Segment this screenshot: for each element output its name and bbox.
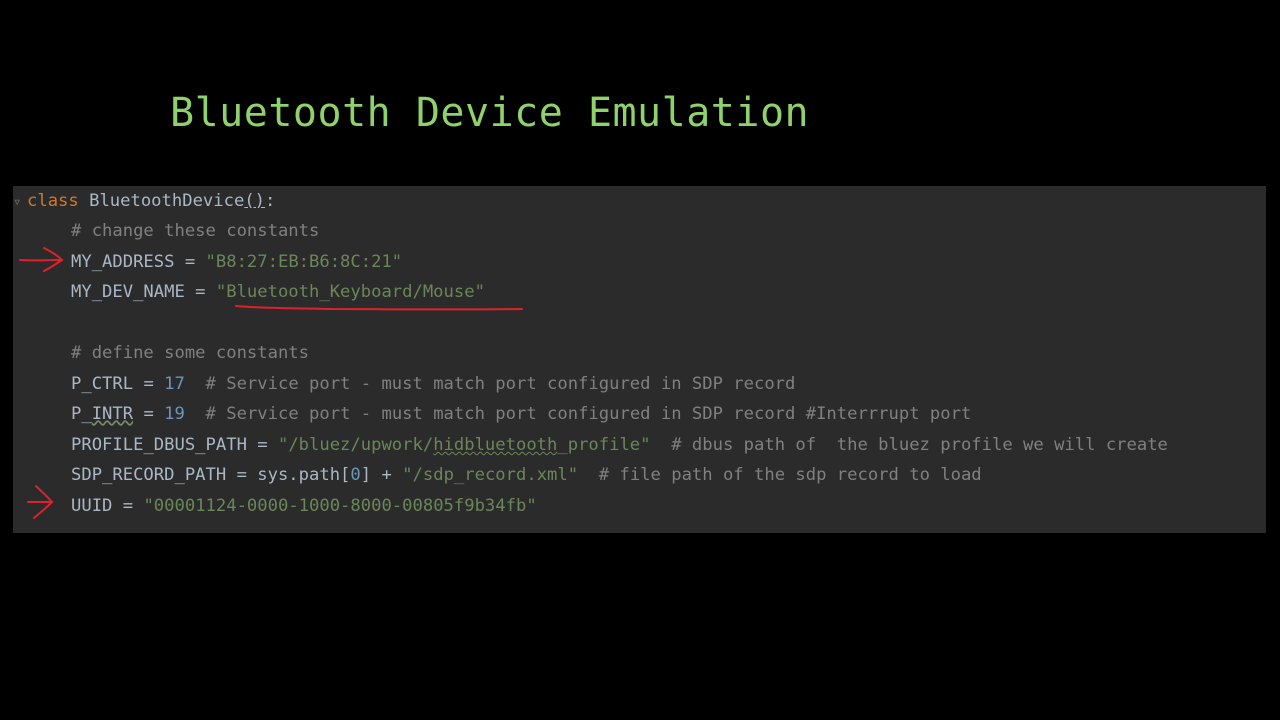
string-literal: "/bluez/upwork/ bbox=[277, 435, 434, 455]
identifier-typo: INTR bbox=[91, 404, 134, 424]
identifier: P_ bbox=[71, 404, 92, 424]
keyword: class bbox=[27, 191, 79, 211]
operator: = bbox=[246, 435, 278, 455]
operator: = bbox=[184, 282, 216, 302]
comment: # define some constants bbox=[71, 343, 309, 363]
comment: # Service port - must match port configu… bbox=[184, 374, 796, 394]
code-line-my-address: MY_ADDRESS = "B8:27:EB:B6:8C:21" bbox=[71, 247, 402, 277]
operator: = bbox=[112, 496, 144, 516]
code-editor: ▿ class BluetoothDevice(): # change thes… bbox=[13, 186, 1266, 533]
identifier: P_CTRL bbox=[71, 374, 134, 394]
identifier: MY_ADDRESS bbox=[71, 252, 175, 272]
code-line-p-ctrl: P_CTRL = 17 # Service port - must match … bbox=[71, 369, 795, 399]
string-literal: "/sdp_record.xml" bbox=[402, 465, 579, 485]
comment: # Service port - must match port configu… bbox=[184, 404, 972, 424]
comment: # file path of the sdp record to load bbox=[578, 465, 982, 485]
number-literal: 19 bbox=[164, 404, 185, 424]
class-name: BluetoothDevice bbox=[78, 191, 245, 211]
code-line-class: class BluetoothDevice(): bbox=[27, 186, 275, 216]
code-line-profile-dbus-path: PROFILE_DBUS_PATH = "/bluez/upwork/hidbl… bbox=[71, 430, 1168, 460]
string-literal-typo: hidbluetooth bbox=[433, 435, 558, 455]
code-line-my-dev-name: MY_DEV_NAME = "Bluetooth_Keyboard/Mouse" bbox=[71, 277, 485, 307]
parens: () bbox=[244, 191, 266, 211]
comment: # change these constants bbox=[71, 221, 320, 241]
operator: = bbox=[133, 374, 165, 394]
code-line-comment-change: # change these constants bbox=[71, 216, 319, 246]
operator: = bbox=[133, 404, 165, 424]
code-line-uuid: UUID = "00001124-0000-1000-8000-00805f9b… bbox=[71, 491, 537, 521]
string-literal: "B8:27:EB:B6:8C:21" bbox=[205, 252, 403, 272]
number-literal: 17 bbox=[164, 374, 185, 394]
identifier: MY_DEV_NAME bbox=[71, 282, 185, 302]
string-literal: "00001124-0000-1000-8000-00805f9b34fb" bbox=[143, 496, 537, 516]
identifier: SDP_RECORD_PATH bbox=[71, 465, 227, 485]
code-line-sdp-record-path: SDP_RECORD_PATH = sys.path[0] + "/sdp_re… bbox=[71, 460, 982, 490]
code-line-p-intr: P_INTR = 19 # Service port - must match … bbox=[71, 399, 971, 429]
slide-title: Bluetooth Device Emulation bbox=[170, 90, 810, 136]
operator: ] + bbox=[360, 465, 403, 485]
identifier: PROFILE_DBUS_PATH bbox=[71, 435, 247, 455]
string-literal: _profile" bbox=[557, 435, 651, 455]
identifier: UUID bbox=[71, 496, 113, 516]
comment: # dbus path of the bluez profile we will… bbox=[650, 435, 1168, 455]
operator: = sys.path[ bbox=[226, 465, 351, 485]
code-line-comment-define: # define some constants bbox=[71, 338, 309, 368]
string-literal: "Bluetooth_Keyboard/Mouse" bbox=[215, 282, 485, 302]
operator: = bbox=[174, 252, 206, 272]
number-literal: 0 bbox=[350, 465, 361, 485]
fold-icon[interactable]: ▿ bbox=[13, 194, 21, 210]
colon: : bbox=[265, 191, 276, 211]
